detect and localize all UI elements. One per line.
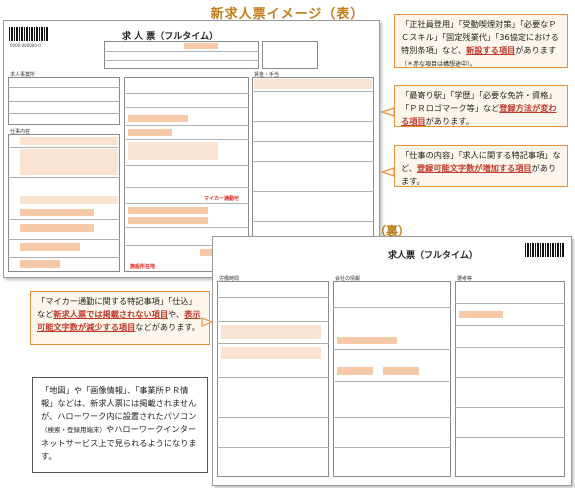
note-small-text: （検索・登録用端末） — [41, 426, 106, 434]
callout-removed-items: 「マイカー通勤に関する特記事項」「仕込」など新求人票では掲載されない項目や、表示… — [30, 291, 210, 345]
callout-changed-items: 「最寄り駅」「学歴」「必要な免許・資格」「ＰＲロゴマーク等」など登録方法が変わる… — [394, 85, 568, 127]
barcode — [9, 27, 49, 41]
callout-increased-chars-emphasis: 登録可能文字数が増加する項目 — [416, 163, 532, 173]
pointer-arrow — [380, 107, 395, 117]
callout-removed-items-tail: などがあります。 — [135, 322, 200, 332]
red-note-location: 施設所在地 — [130, 264, 156, 270]
callout-removed-items-emphasis-1: 新求人票では掲載されない項目 — [53, 309, 169, 319]
callout-new-items-tail: があります — [515, 45, 557, 55]
highlight — [184, 43, 218, 49]
note-box-online-info: 「地図」や「画像情報」、「事業所ＰＲ情報」などは、新求人票には掲載されませんが、… — [32, 377, 208, 473]
callout-new-items-note: （＊赤な項目は構想途中）。 — [401, 61, 477, 68]
red-note-commute: マイカー通勤可 — [204, 196, 240, 202]
header-box — [104, 41, 259, 69]
callout-new-items: 「正社員登用」「受動喫煙対策」「必要なＰＣスキル」「固定残業代」「36協定におけ… — [394, 14, 568, 68]
callout-removed-items-mid: や、 — [168, 309, 185, 319]
pointer-arrow — [380, 167, 395, 177]
back-barcode — [525, 243, 565, 257]
reception-box — [262, 41, 318, 69]
callout-changed-items-tail: があります。 — [425, 116, 474, 126]
note-text: 「地図」や「画像情報」、「事業所ＰＲ情報」などは、新求人票には掲載されませんが、… — [41, 385, 197, 421]
back-form-heading: 求人票（フルタイム） — [388, 251, 478, 261]
callout-increased-chars: 「仕事の内容」「求人に関する特記事項」など、登録可能文字数が増加する項目がありま… — [394, 145, 568, 187]
form-code: 0000-000000-0 — [10, 43, 41, 48]
job-offer-form-back: 求人票（フルタイム） 労働時間 会社の情報 選考等 — [212, 236, 572, 486]
callout-new-items-emphasis: 新設する項目 — [466, 45, 516, 55]
